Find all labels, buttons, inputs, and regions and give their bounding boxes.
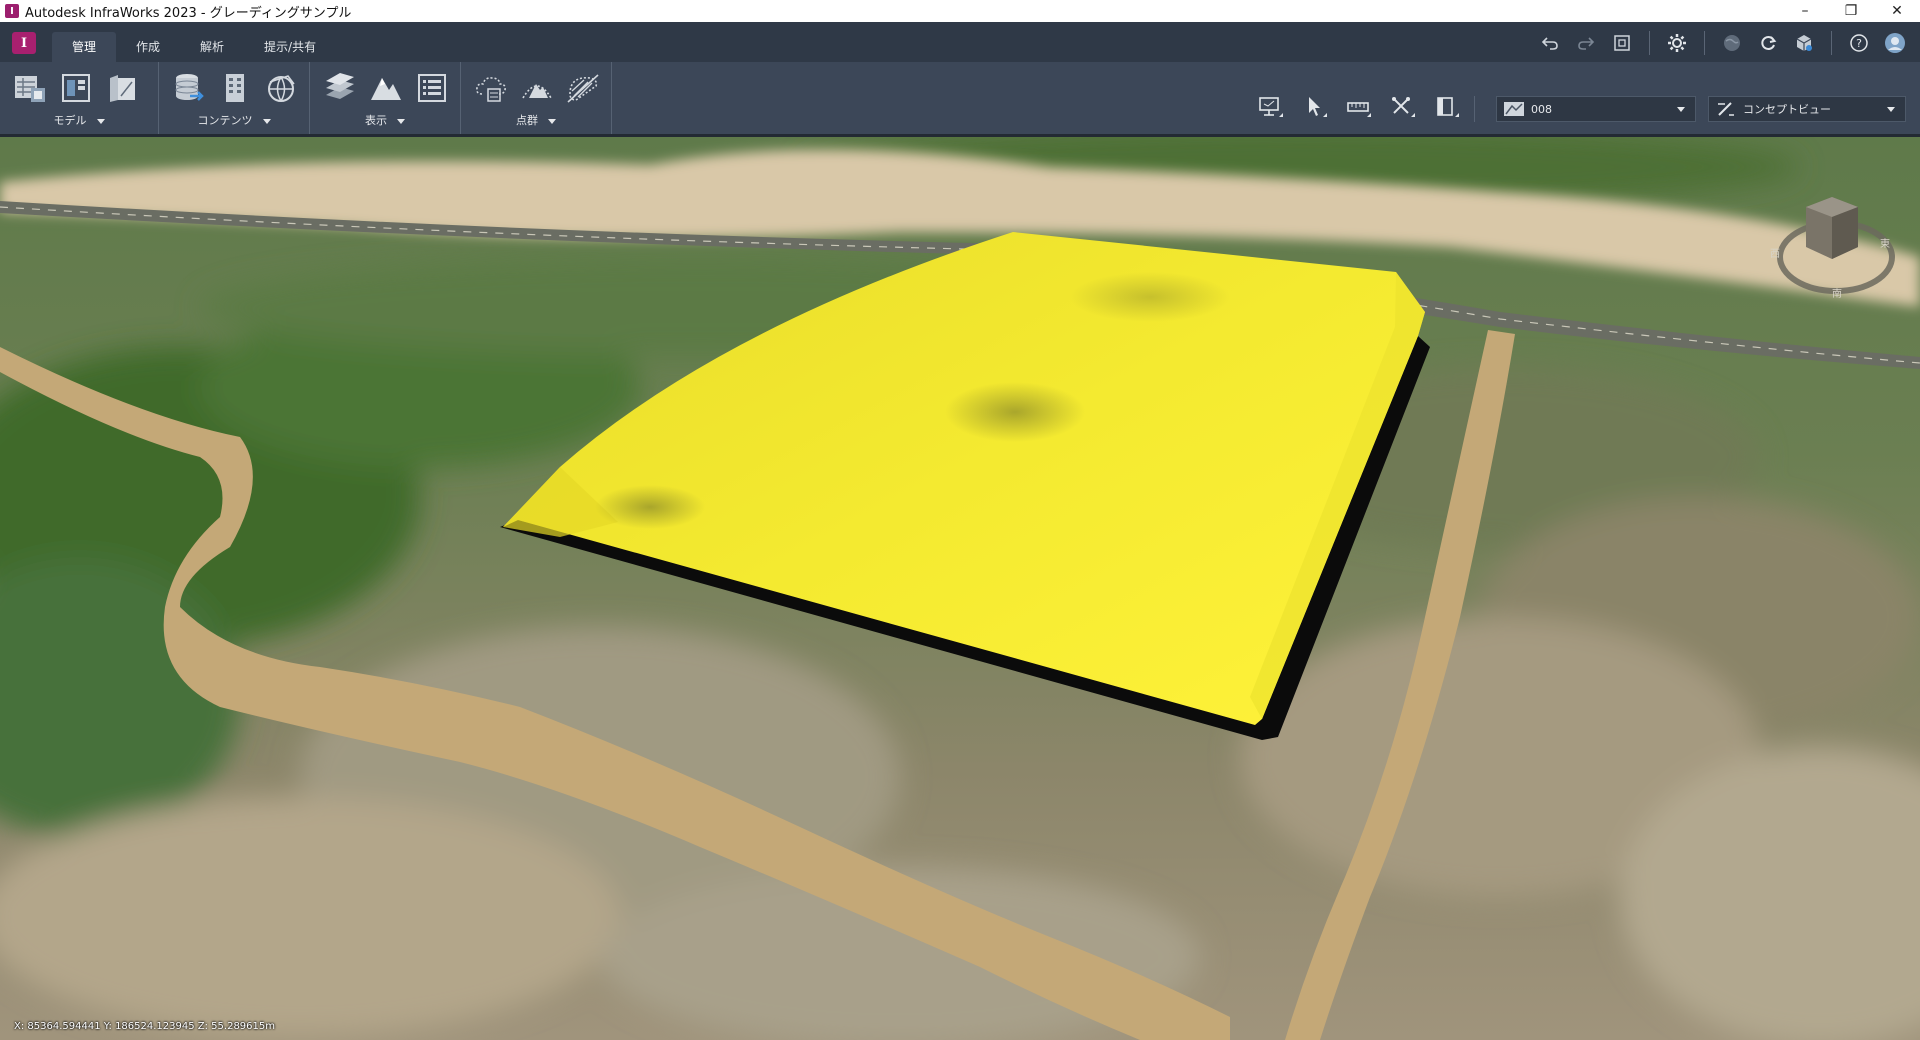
building-icon[interactable] [217, 70, 253, 106]
chevron-down-icon [1677, 107, 1685, 112]
minimize-button[interactable]: – [1782, 0, 1828, 22]
tab-analyze[interactable]: 解析 [180, 32, 244, 62]
group-label-content[interactable]: コンテンツ [159, 112, 309, 128]
tab-create[interactable]: 作成 [116, 32, 180, 62]
point-cloud-terrain-icon[interactable] [519, 70, 555, 106]
svg-text:東: 東 [1880, 237, 1890, 250]
visual-style-select[interactable]: コンセプトビュー [1708, 96, 1906, 122]
group-label-text: 点群 [516, 114, 538, 127]
terrain-icon[interactable] [368, 70, 404, 106]
group-label-text: コンテンツ [197, 114, 253, 127]
3d-viewport[interactable]: 西 東 南 X: 85364.594441 Y: 186524.123945 Z… [0, 137, 1920, 1040]
tab-present-share[interactable]: 提示/共有 [244, 32, 336, 62]
data-sources-icon[interactable] [171, 70, 207, 106]
group-label-point-cloud[interactable]: 点群 [461, 112, 611, 128]
infraworks-logo-icon[interactable]: I [12, 32, 36, 54]
toolbar-separator [1649, 31, 1650, 55]
undo-icon[interactable] [1537, 31, 1563, 55]
maximize-button[interactable]: ❐ [1828, 0, 1874, 22]
panel-tool-icon[interactable] [1432, 92, 1462, 122]
proposal-select-value: 008 [1531, 102, 1552, 116]
select-tool-icon[interactable] [1300, 92, 1330, 122]
help-icon[interactable]: ? [1846, 31, 1872, 55]
group-label-model[interactable]: モデル [0, 112, 158, 128]
visual-style-select-value: コンセプトビュー [1743, 103, 1831, 116]
redo-icon[interactable] [1573, 31, 1599, 55]
layers-icon[interactable] [322, 70, 358, 106]
user-account-icon[interactable] [1882, 31, 1908, 55]
toolbar-separator [1704, 31, 1705, 55]
chevron-down-icon [262, 118, 271, 124]
app-icon: I [5, 4, 19, 18]
svg-text:南: 南 [1832, 287, 1842, 300]
sync-icon[interactable] [1755, 31, 1781, 55]
coordinate-readout: X: 85364.594441 Y: 186524.123945 Z: 55.2… [14, 1021, 275, 1032]
settings-icon[interactable] [1664, 31, 1690, 55]
data-panel-icon[interactable] [58, 70, 94, 106]
tab-manage[interactable]: 管理 [52, 32, 117, 62]
group-display: 表示 [310, 62, 461, 134]
sheet-icon[interactable] [104, 70, 140, 106]
group-label-text: モデル [53, 114, 87, 127]
model-explorer-icon[interactable] [263, 70, 299, 106]
fit-view-icon[interactable] [1609, 31, 1635, 55]
cross-tool-icon[interactable] [1388, 92, 1418, 122]
proposal-select[interactable]: 008 [1496, 96, 1696, 122]
point-cloud-cloud-icon[interactable] [473, 70, 509, 106]
cube-icon[interactable] [1791, 31, 1817, 55]
chevron-down-icon [548, 118, 556, 124]
ribbon-tabs: 管理 作成 解析 提示/共有 [52, 32, 336, 62]
chevron-down-icon [96, 118, 105, 124]
group-model: モデル [0, 62, 159, 134]
ribbon-panel: モデル コンテンツ 表示 点群 008 コンセプトビュー [0, 62, 1920, 137]
group-content: コンテンツ [159, 62, 310, 134]
toolbar-separator [1831, 31, 1832, 55]
toolbar-separator [1474, 96, 1475, 122]
group-label-display[interactable]: 表示 [310, 112, 460, 128]
close-button[interactable]: ✕ [1874, 0, 1920, 22]
proposal-icon [1503, 100, 1525, 118]
group-label-text: 表示 [365, 114, 387, 127]
visual-style-icon [1715, 100, 1737, 118]
window-title: Autodesk InfraWorks 2023 - グレーディングサンプル [25, 5, 352, 21]
point-cloud-hatch-icon[interactable] [565, 70, 601, 106]
svg-text:西: 西 [1770, 249, 1780, 260]
list-icon[interactable] [414, 70, 450, 106]
monitor-tool-icon[interactable] [1256, 92, 1286, 122]
view-tools [1256, 92, 1462, 122]
chevron-down-icon [1887, 107, 1895, 112]
title-bar: I Autodesk InfraWorks 2023 - グレーディングサンプル… [0, 0, 1920, 22]
globe-icon[interactable] [1719, 31, 1745, 55]
group-point-cloud: 点群 [461, 62, 612, 134]
svg-text:?: ? [1856, 37, 1862, 50]
scene-render: 西 東 南 [0, 137, 1920, 1040]
tab-bar: I 管理 作成 解析 提示/共有 ? [0, 22, 1920, 62]
chevron-down-icon [397, 118, 405, 124]
model-properties-icon[interactable] [12, 70, 48, 106]
measure-tool-icon[interactable] [1344, 92, 1374, 122]
